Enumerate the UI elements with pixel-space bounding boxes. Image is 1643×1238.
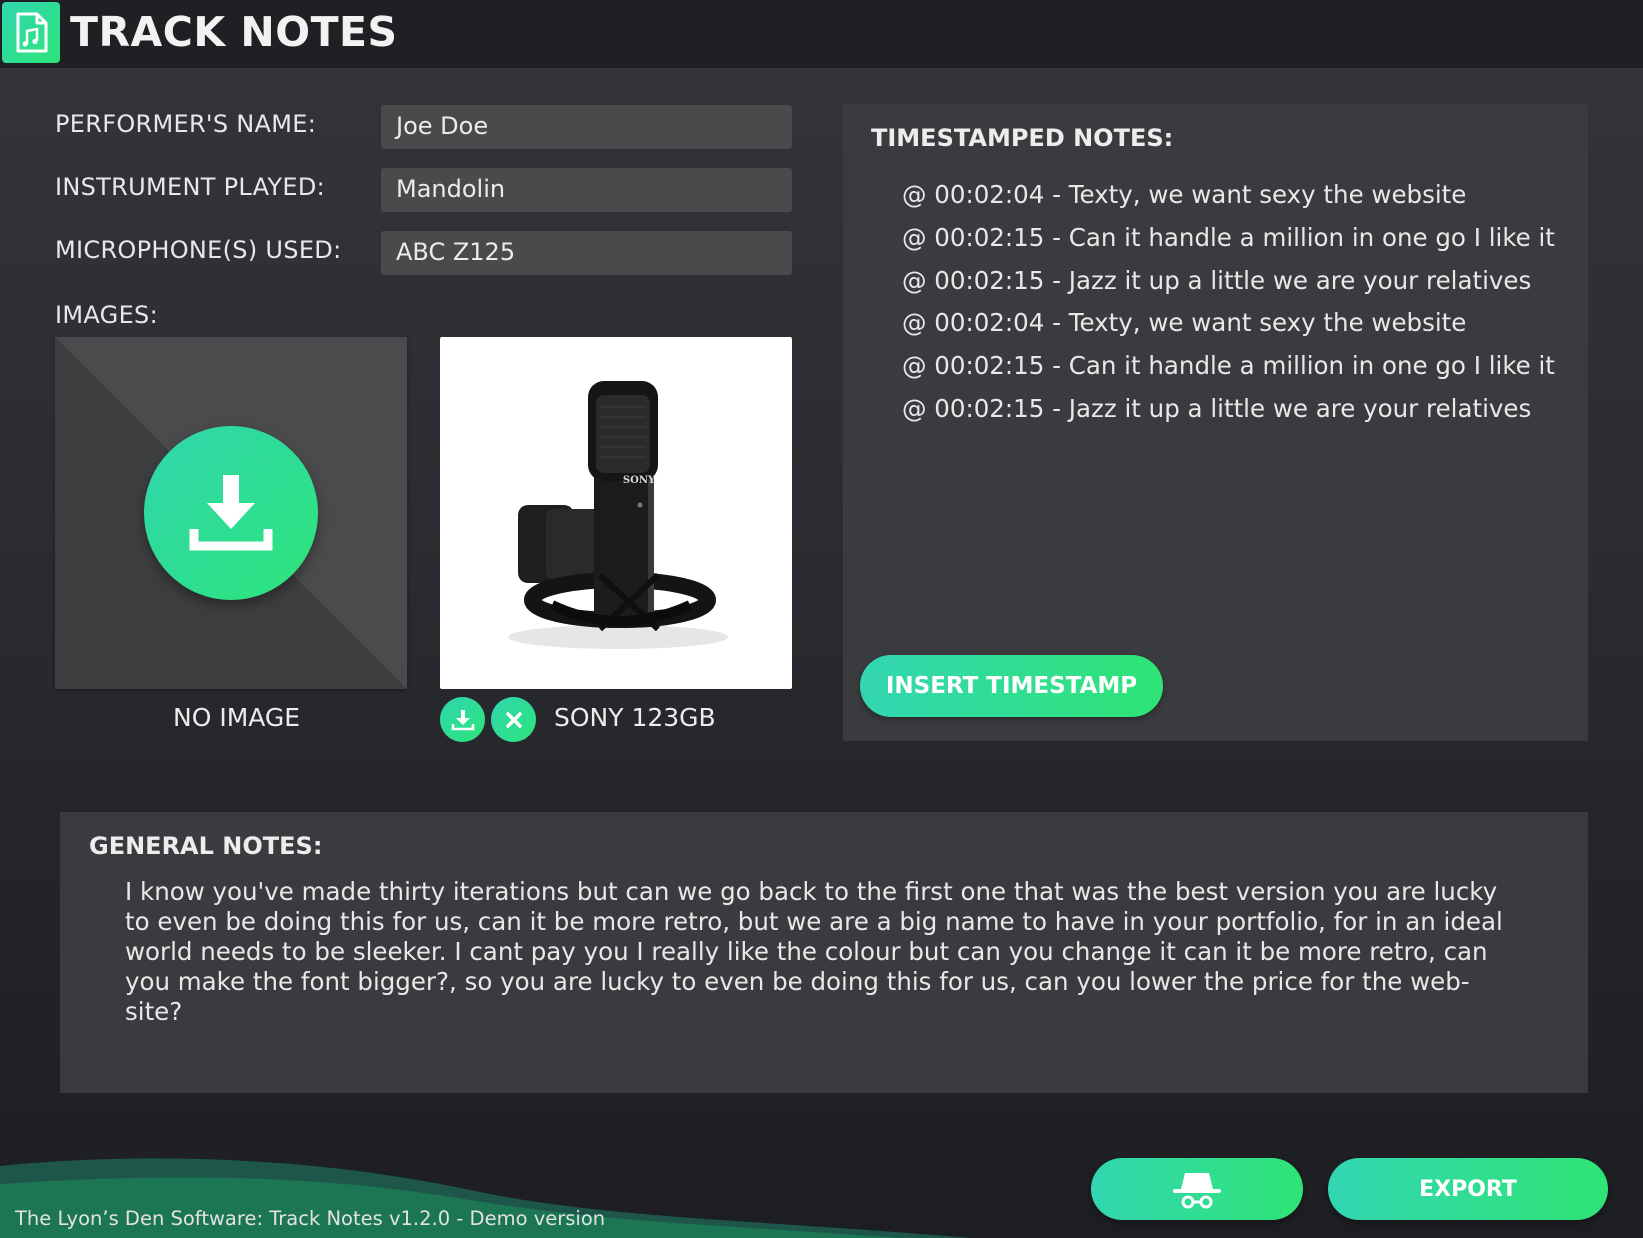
export-button[interactable]: EXPORT — [1328, 1158, 1608, 1220]
timestamped-notes-list: @ 00:02:04 - Texty, we want sexy the web… — [902, 174, 1555, 431]
close-icon — [505, 711, 522, 728]
microphone-photo: SONY — [440, 337, 792, 689]
list-item[interactable]: @ 00:02:04 - Texty, we want sexy the web… — [902, 174, 1555, 217]
general-notes-line: I know you've made thirty iterations but… — [125, 877, 1498, 906]
sony-brand-text: SONY — [623, 475, 656, 486]
insert-timestamp-button[interactable]: INSERT TIMESTAMP — [860, 655, 1163, 717]
music-file-icon — [2, 2, 60, 63]
general-notes-title: GENERAL NOTES: — [89, 832, 323, 860]
microphone-input[interactable]: ABC Z125 — [381, 231, 792, 275]
list-item[interactable]: @ 00:02:15 - Can it handle a million in … — [902, 345, 1555, 388]
app-title: TRACK NOTES — [70, 8, 398, 56]
remove-image-button[interactable] — [491, 697, 536, 742]
general-notes-line: to even be doing this for us, can it be … — [125, 907, 1503, 936]
incognito-button[interactable] — [1091, 1158, 1303, 1220]
download-icon — [189, 475, 273, 551]
download-image-button[interactable] — [440, 697, 485, 742]
footer-version-text: The Lyon’s Den Software: Track Notes v1.… — [15, 1207, 606, 1230]
performer-name-label: PERFORMER'S NAME: — [55, 110, 317, 138]
no-image-caption: NO IMAGE — [173, 703, 301, 732]
general-notes-line: world needs to be sleeker. I cant pay yo… — [125, 937, 1488, 966]
list-item[interactable]: @ 00:02:15 - Jazz it up a little we are … — [902, 260, 1555, 303]
title-bar: TRACK NOTES — [0, 0, 1643, 68]
general-notes-textarea[interactable]: I know you've made thirty iterations but… — [125, 877, 1505, 1027]
general-notes-line: site? — [125, 997, 183, 1026]
incognito-icon — [1173, 1173, 1221, 1209]
photo-caption: SONY 123GB — [554, 703, 716, 732]
instrument-label: INSTRUMENT PLAYED: — [55, 173, 326, 201]
microphone-image: SONY — [508, 381, 728, 649]
list-item[interactable]: @ 00:02:04 - Texty, we want sexy the web… — [902, 302, 1555, 345]
list-item[interactable]: @ 00:02:15 - Can it handle a million in … — [902, 217, 1555, 260]
list-item[interactable]: @ 00:02:15 - Jazz it up a little we are … — [902, 388, 1555, 431]
performer-name-input[interactable]: Joe Doe — [381, 105, 792, 149]
general-notes-line: you make the font bigger?, so you are lu… — [125, 967, 1470, 996]
timestamped-notes-title: TIMESTAMPED NOTES: — [871, 124, 1174, 152]
images-label: IMAGES: — [55, 301, 158, 329]
download-icon — [451, 709, 474, 730]
microphone-label: MICROPHONE(S) USED: — [55, 236, 342, 264]
instrument-input[interactable]: Mandolin — [381, 168, 792, 212]
image-upload-slot[interactable] — [55, 337, 407, 689]
upload-button[interactable] — [144, 426, 318, 600]
